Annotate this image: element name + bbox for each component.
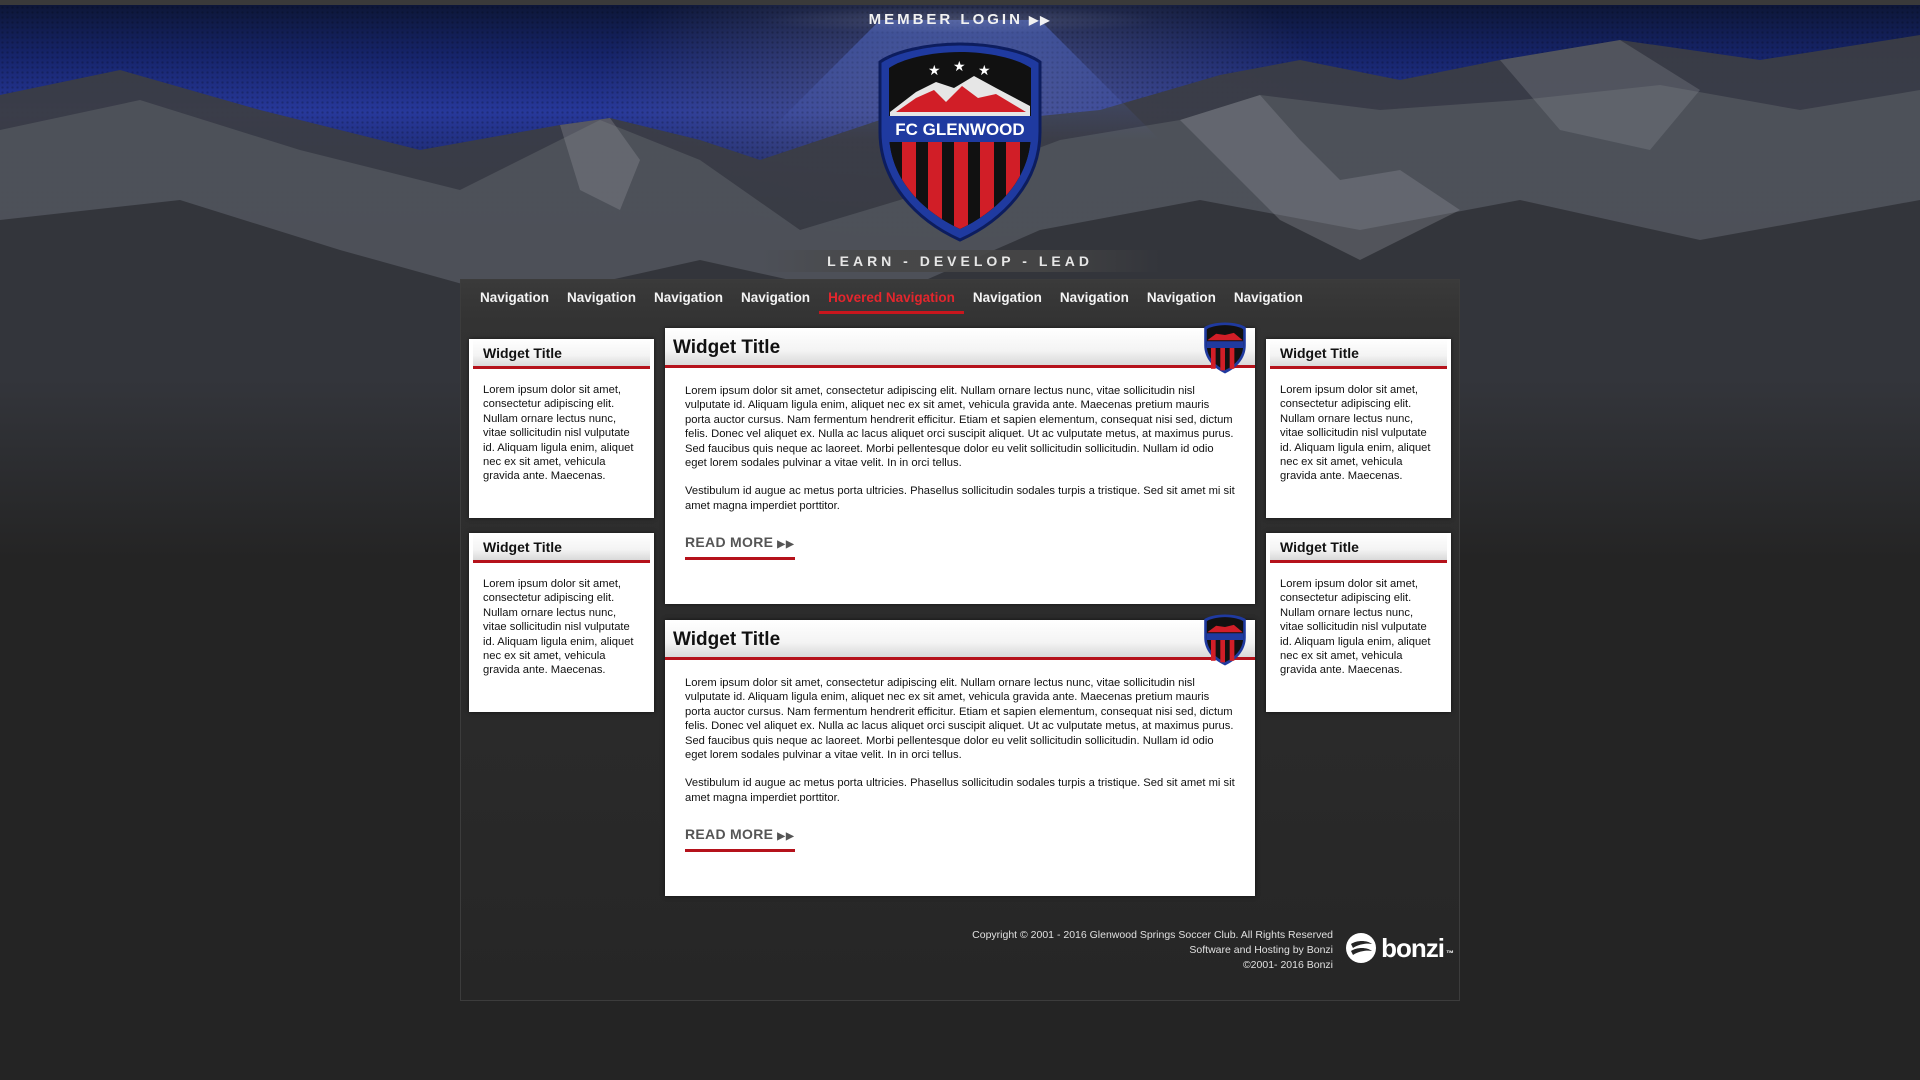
nav-item[interactable]: Navigation bbox=[471, 282, 558, 314]
copyright-text: Copyright © 2001 - 2016 Glenwood Springs… bbox=[972, 929, 1333, 941]
widget-body: Lorem ipsum dolor sit amet, consectetur … bbox=[665, 368, 1255, 560]
double-arrow-icon: ▶▶ bbox=[777, 539, 795, 551]
widget-paragraph: Lorem ipsum dolor sit amet, consectetur … bbox=[685, 677, 1234, 762]
read-more-link[interactable]: READ MORE ▶▶ bbox=[685, 826, 795, 852]
widget-paragraph: Vestibulum id augue ac metus porta ultri… bbox=[685, 485, 1235, 512]
widget-body-text: Lorem ipsum dolor sit amet, consectetur … bbox=[483, 578, 634, 677]
top-border bbox=[0, 0, 1920, 5]
club-tagline: LEARN - DEVELOP - LEAD bbox=[760, 250, 1160, 272]
footer-text: Copyright © 2001 - 2016 Glenwood Springs… bbox=[972, 928, 1333, 973]
widget-title: Widget Title bbox=[673, 629, 781, 650]
double-arrow-icon: ▶▶ bbox=[1028, 13, 1052, 27]
main-widget: Widget Title Lorem ipsum dolor sit amet,… bbox=[665, 322, 1255, 604]
main-navigation: Navigation Navigation Navigation Navigat… bbox=[461, 280, 1461, 316]
bonzi-logo[interactable]: bonzi ™ bbox=[1345, 932, 1454, 964]
nav-item[interactable]: Navigation bbox=[645, 282, 732, 314]
crest-icon bbox=[1204, 614, 1246, 666]
fc-glenwood-crest-logo[interactable]: ★ ★ ★ FC GLENWOOD bbox=[876, 42, 1044, 242]
left-widget: Widget Title Lorem ipsum dolor sit amet,… bbox=[469, 533, 654, 712]
widget-body-text: Lorem ipsum dolor sit amet, consectetur … bbox=[1280, 384, 1431, 483]
left-widget: Widget Title Lorem ipsum dolor sit amet,… bbox=[469, 339, 654, 518]
hosting-credit[interactable]: Software and Hosting by Bonzi bbox=[972, 943, 1333, 958]
main-widget-header: Widget Title bbox=[665, 614, 1255, 666]
widget-paragraph: Lorem ipsum dolor sit amet, consectetur … bbox=[685, 385, 1234, 470]
widget-title: Widget Title bbox=[673, 337, 781, 358]
main-widget: Widget Title Lorem ipsum dolor sit amet,… bbox=[665, 614, 1255, 896]
widget-body-text: Lorem ipsum dolor sit amet, consectetur … bbox=[483, 384, 634, 483]
widget-title: Widget Title bbox=[1270, 339, 1447, 369]
read-more-link[interactable]: READ MORE ▶▶ bbox=[685, 534, 795, 560]
read-more-label: READ MORE bbox=[685, 534, 774, 551]
nav-item[interactable]: Navigation bbox=[558, 282, 645, 314]
content-container: Navigation Navigation Navigation Navigat… bbox=[460, 279, 1460, 1001]
nav-item[interactable]: Navigation bbox=[732, 282, 819, 314]
bonzi-mark-icon bbox=[1346, 933, 1377, 963]
nav-item[interactable]: Navigation bbox=[1138, 282, 1225, 314]
right-widget: Widget Title Lorem ipsum dolor sit amet,… bbox=[1266, 339, 1451, 518]
svg-text:★: ★ bbox=[978, 63, 991, 79]
svg-text:★: ★ bbox=[953, 59, 966, 75]
read-more-label: READ MORE bbox=[685, 826, 774, 843]
widget-title: Widget Title bbox=[473, 533, 650, 563]
widget-body: Lorem ipsum dolor sit amet, consectetur … bbox=[665, 660, 1255, 852]
nav-item[interactable]: Navigation bbox=[964, 282, 1051, 314]
double-arrow-icon: ▶▶ bbox=[777, 831, 795, 843]
svg-text:★: ★ bbox=[928, 63, 941, 79]
nav-item[interactable]: Navigation bbox=[1225, 282, 1312, 314]
widget-title: Widget Title bbox=[1270, 533, 1447, 563]
footer: Copyright © 2001 - 2016 Glenwood Springs… bbox=[461, 912, 1461, 1000]
widget-title: Widget Title bbox=[473, 339, 650, 369]
trademark-symbol: ™ bbox=[1446, 949, 1454, 958]
crest-icon bbox=[1204, 322, 1246, 374]
member-login-link[interactable]: MEMBER LOGIN ▶▶ bbox=[760, 8, 1160, 32]
right-widget: Widget Title Lorem ipsum dolor sit amet,… bbox=[1266, 533, 1451, 712]
widget-body-text: Lorem ipsum dolor sit amet, consectetur … bbox=[1280, 578, 1431, 677]
main-widget-header: Widget Title bbox=[665, 322, 1255, 374]
bonzi-copyright: ©2001- 2016 Bonzi bbox=[1242, 959, 1333, 971]
bonzi-wordmark: bonzi bbox=[1381, 932, 1445, 963]
member-login-label: MEMBER LOGIN bbox=[868, 11, 1023, 28]
widget-paragraph: Vestibulum id augue ac metus porta ultri… bbox=[685, 777, 1235, 804]
nav-item[interactable]: Navigation bbox=[1051, 282, 1138, 314]
crest-name-text: FC GLENWOOD bbox=[895, 120, 1024, 139]
nav-item-hovered[interactable]: Hovered Navigation bbox=[819, 282, 964, 314]
